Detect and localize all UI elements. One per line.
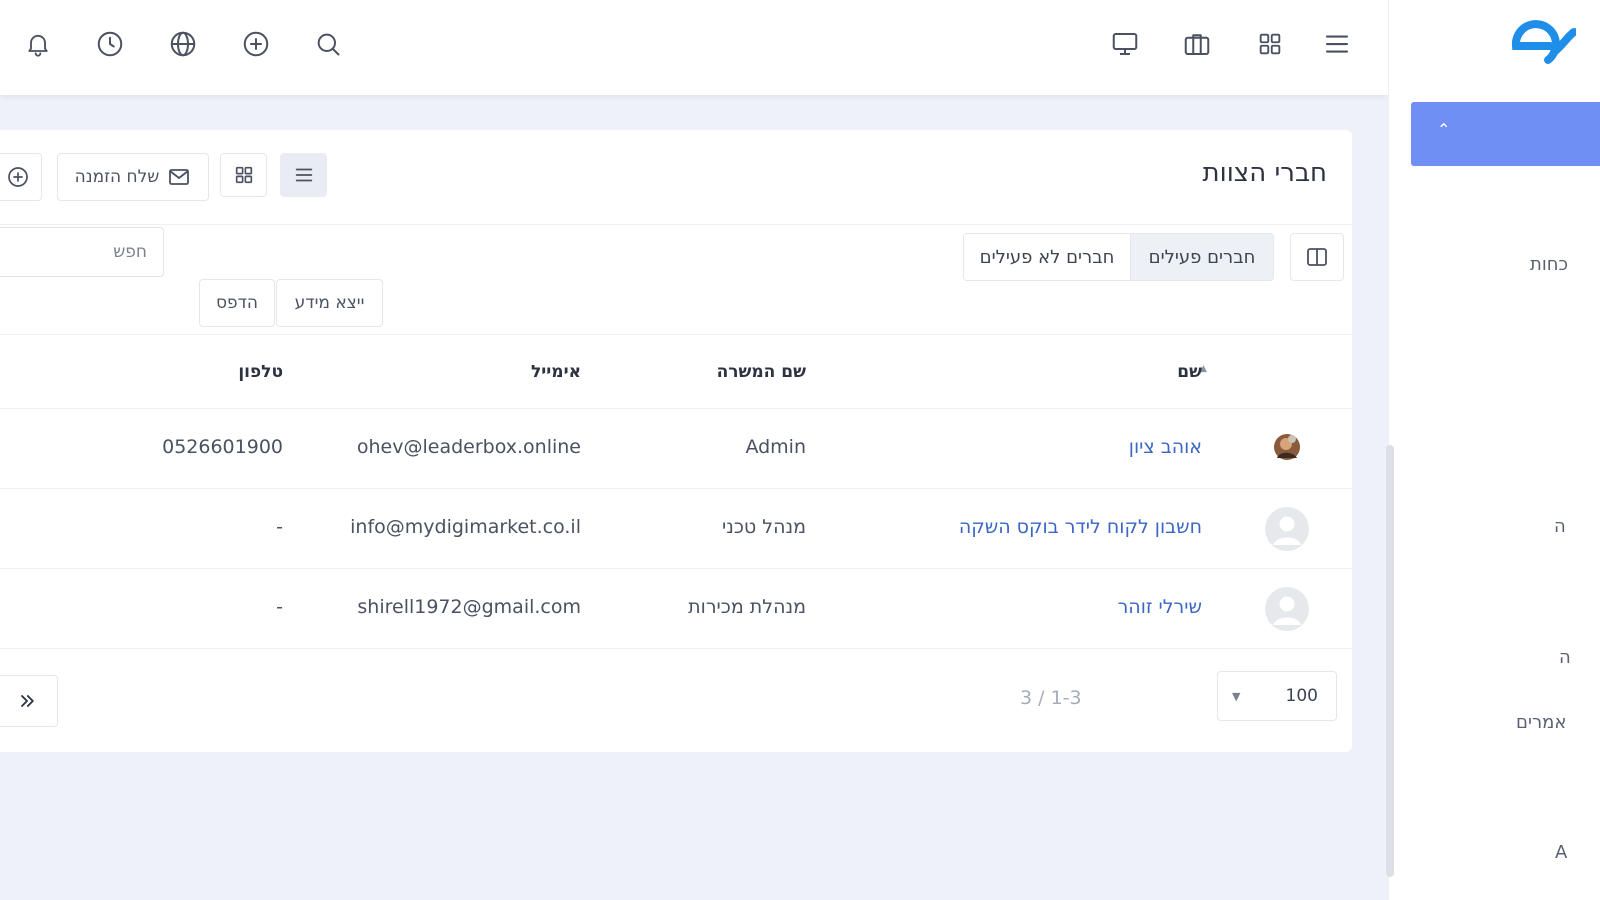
divider xyxy=(0,408,1352,409)
member-email: info@mydigimarket.co.il xyxy=(350,516,581,538)
member-email: shirell1972@gmail.com xyxy=(357,596,581,618)
avatar xyxy=(1265,587,1309,631)
list-view-button[interactable] xyxy=(280,153,327,197)
rows-per-page-value: 100 xyxy=(1285,686,1318,706)
pagination-range: 3 / 1-3 xyxy=(1020,687,1082,709)
print-button[interactable]: הדפס xyxy=(199,279,275,327)
member-role: מנהל טכני xyxy=(722,516,806,538)
member-phone: - xyxy=(276,516,283,538)
sidebar-item-4[interactable]: אמרים xyxy=(1516,712,1566,733)
send-invite-label: שלח הזמנה xyxy=(74,167,160,187)
page-title: חברי הצוות xyxy=(1202,158,1327,188)
clock-icon[interactable] xyxy=(93,27,127,61)
column-header-email[interactable]: אימייל xyxy=(531,362,581,382)
member-phone: - xyxy=(276,596,283,618)
grid-view-button[interactable] xyxy=(220,153,267,197)
pagination-next-button[interactable] xyxy=(0,675,58,727)
column-header-name[interactable]: שם xyxy=(1177,362,1202,382)
briefcase-icon[interactable] xyxy=(1180,27,1214,61)
caret-down-icon: ▼ xyxy=(1232,689,1241,703)
tab-active-members[interactable]: חברים פעילים xyxy=(1131,234,1273,280)
rows-per-page-select[interactable]: ▼ 100 xyxy=(1217,671,1337,721)
sidebar-collapse-button[interactable]: ⌃ xyxy=(1411,102,1600,166)
mail-icon xyxy=(169,169,190,185)
divider xyxy=(0,334,1352,335)
plus-circle-icon[interactable] xyxy=(239,27,273,61)
app-logo[interactable] xyxy=(1506,16,1576,72)
bell-icon[interactable] xyxy=(21,27,55,61)
search-input[interactable] xyxy=(0,227,164,277)
columns-icon xyxy=(1307,248,1327,266)
sidebar-item-1[interactable]: כחות xyxy=(1530,254,1568,275)
send-invite-button[interactable]: שלח הזמנה xyxy=(57,153,209,201)
member-role: Admin xyxy=(745,436,806,458)
globe-icon[interactable] xyxy=(166,27,200,61)
grid-icon xyxy=(235,166,252,184)
avatar xyxy=(1265,507,1309,551)
team-members-card: חברי הצוות שלח הזמנה חברים לא פעילים חבר… xyxy=(0,130,1352,752)
divider xyxy=(0,568,1352,569)
member-phone: 0526601900 xyxy=(162,436,283,458)
monitor-icon[interactable] xyxy=(1108,27,1142,61)
sidebar-item-3[interactable]: ה xyxy=(1559,647,1571,668)
column-header-role[interactable]: שם המשרה xyxy=(717,362,806,382)
grid-icon[interactable] xyxy=(1253,27,1287,61)
divider xyxy=(0,224,1352,225)
sidebar-item-2[interactable]: ה xyxy=(1554,516,1566,537)
columns-toggle-button[interactable] xyxy=(1290,233,1344,281)
avatar xyxy=(1265,425,1309,469)
member-name-link[interactable]: חשבון לקוח לידר בוקס השקה xyxy=(959,516,1202,538)
top-bar xyxy=(0,0,1388,95)
tab-inactive-members[interactable]: חברים לא פעילים xyxy=(964,234,1131,280)
page-scrollbar[interactable] xyxy=(1386,445,1394,877)
search-icon[interactable] xyxy=(311,27,345,61)
plus-circle-icon xyxy=(8,167,28,187)
export-button[interactable]: ייצא מידע xyxy=(276,279,383,327)
list-icon xyxy=(295,168,312,182)
member-email: ohev@leaderbox.online xyxy=(356,436,581,458)
divider xyxy=(0,648,1352,649)
chevron-up-icon: ⌃ xyxy=(1437,120,1451,139)
member-name-link[interactable]: אוהב ציון xyxy=(1129,436,1202,458)
sidebar-item-5[interactable]: A xyxy=(1555,842,1567,863)
column-header-phone[interactable]: טלפון xyxy=(238,362,283,382)
divider xyxy=(0,488,1352,489)
member-name-link[interactable]: שירלי זוהר xyxy=(1118,596,1202,618)
menu-icon[interactable] xyxy=(1320,27,1354,61)
member-status-tabs: חברים לא פעילים חברים פעילים xyxy=(963,233,1274,281)
add-member-button[interactable] xyxy=(0,153,42,201)
member-role: מנהלת מכירות xyxy=(688,596,806,618)
double-chevron-icon xyxy=(21,695,34,707)
